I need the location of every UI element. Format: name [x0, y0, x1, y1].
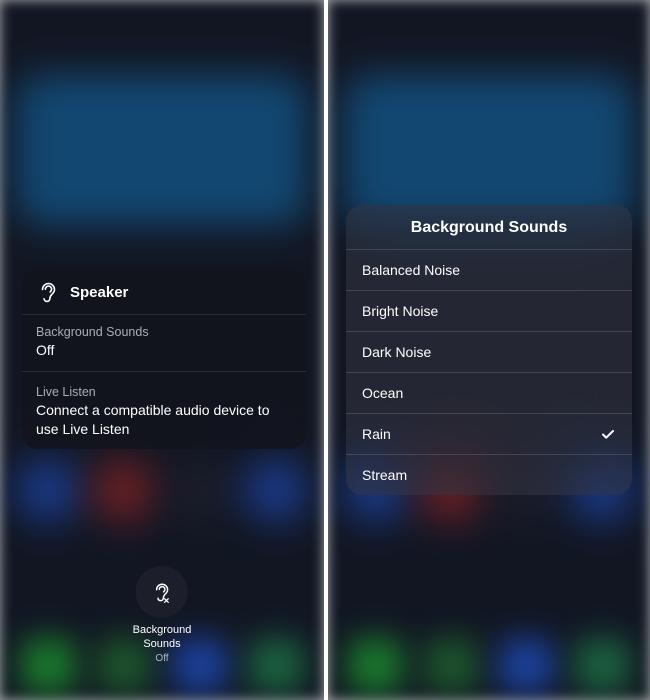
hearing-cc-state: Off — [133, 653, 192, 664]
option-ocean[interactable]: Ocean — [346, 372, 632, 413]
left-screenshot: Speaker Background Sounds Off Live Liste… — [0, 0, 324, 700]
checkmark-icon — [600, 426, 616, 442]
live-listen-value: Connect a compatible audio device to use… — [36, 401, 292, 439]
ear-icon — [151, 581, 173, 603]
popup-title: Background Sounds — [346, 205, 632, 249]
option-bright-noise[interactable]: Bright Noise — [346, 290, 632, 331]
option-label: Balanced Noise — [362, 262, 460, 278]
option-label: Stream — [362, 467, 407, 483]
hearing-cc-circle — [136, 566, 188, 618]
background-sounds-row[interactable]: Background Sounds Off — [22, 314, 306, 371]
live-listen-row[interactable]: Live Listen Connect a compatible audio d… — [22, 371, 306, 450]
ear-icon — [36, 280, 60, 304]
background-sounds-label: Background Sounds — [36, 324, 292, 341]
option-label: Rain — [362, 426, 391, 442]
option-rain[interactable]: Rain — [346, 413, 632, 454]
live-listen-label: Live Listen — [36, 384, 292, 401]
hearing-cc-label: BackgroundSounds — [133, 624, 192, 652]
background-sounds-popup: Background Sounds Balanced Noise Bright … — [346, 205, 632, 495]
right-screenshot: Background Sounds Balanced Noise Bright … — [328, 0, 650, 700]
background-sounds-value: Off — [36, 341, 292, 360]
hearing-module-header-label: Speaker — [70, 284, 128, 301]
option-label: Dark Noise — [362, 344, 431, 360]
hearing-module-card: Speaker Background Sounds Off Live Liste… — [22, 268, 306, 449]
option-stream[interactable]: Stream — [346, 454, 632, 495]
option-label: Bright Noise — [362, 303, 438, 319]
hearing-cc-tile[interactable]: BackgroundSounds Off — [133, 566, 192, 664]
hearing-module-header: Speaker — [22, 268, 306, 314]
option-balanced-noise[interactable]: Balanced Noise — [346, 249, 632, 290]
option-dark-noise[interactable]: Dark Noise — [346, 331, 632, 372]
option-label: Ocean — [362, 385, 403, 401]
